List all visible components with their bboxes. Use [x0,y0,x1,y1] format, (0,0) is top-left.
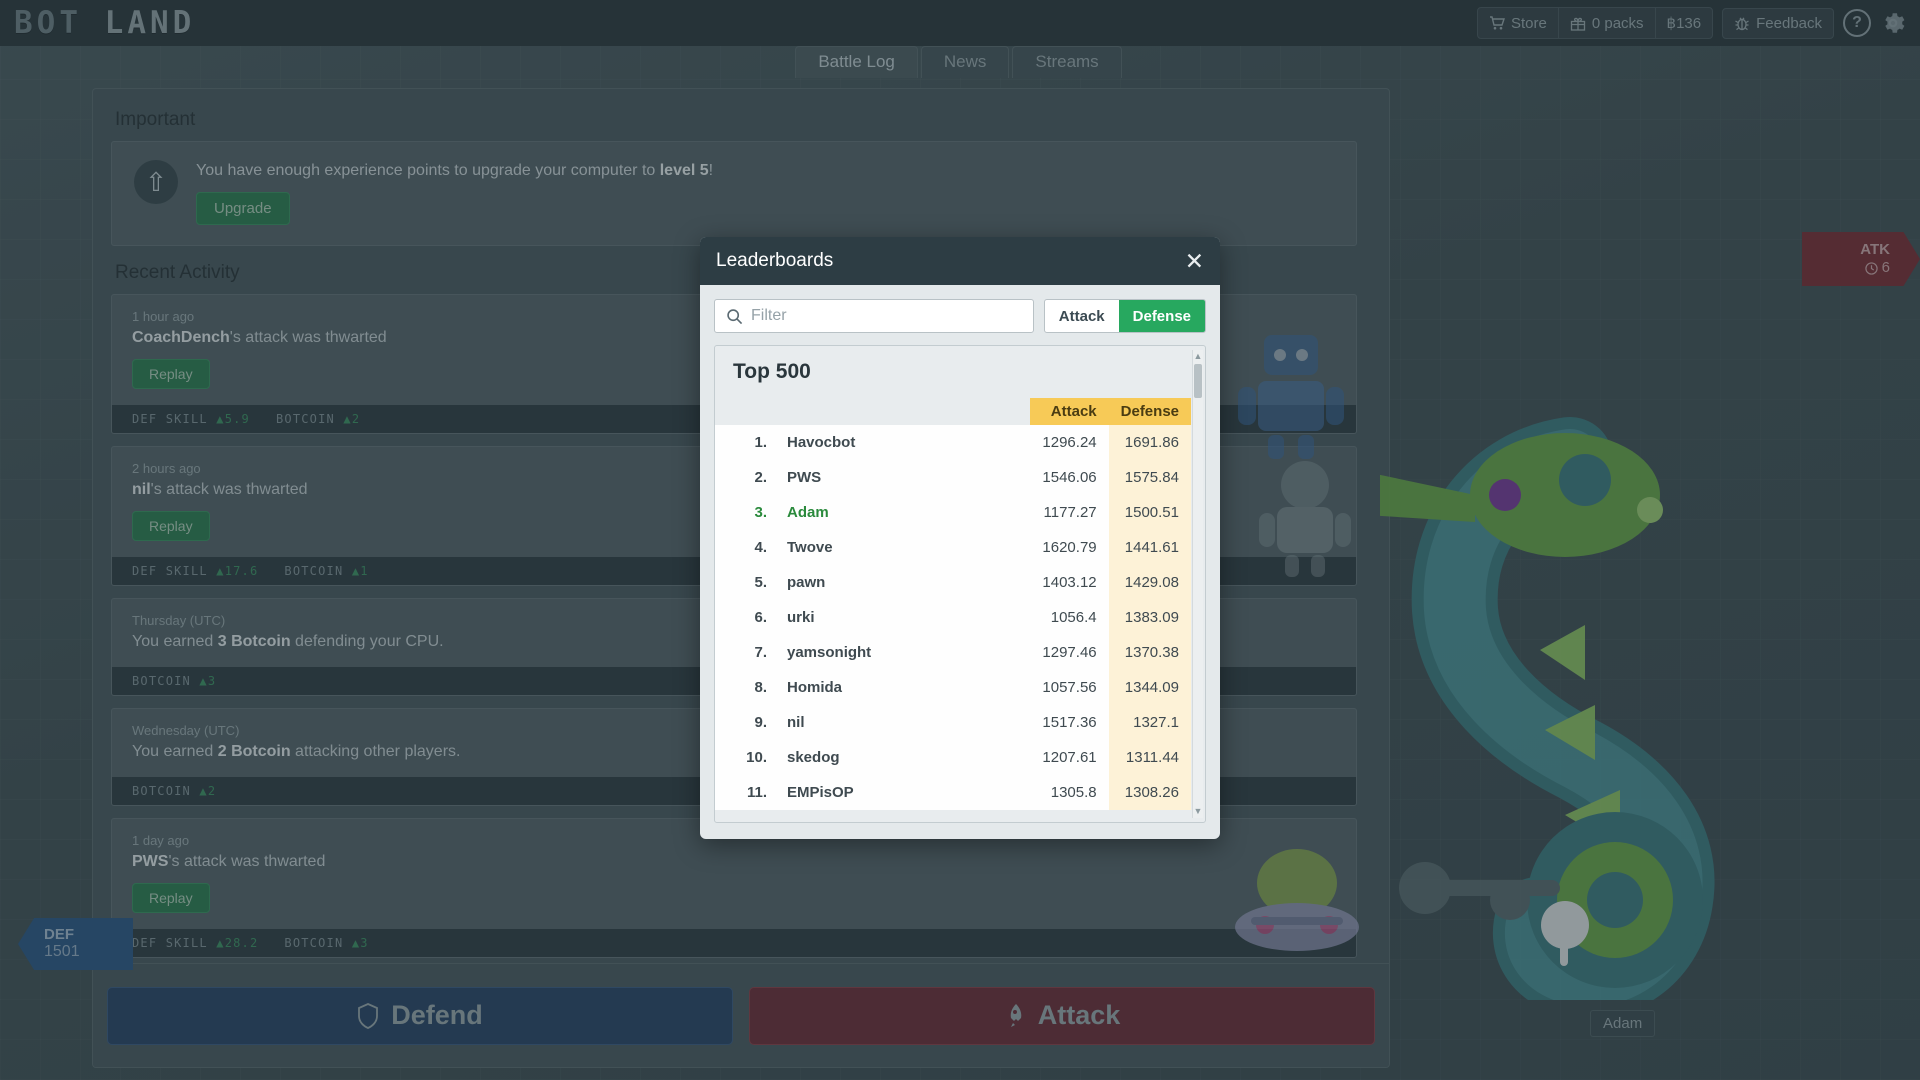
row-attack: 1620.79 [1030,530,1109,565]
row-rank: 11. [715,775,773,810]
table-row[interactable]: 8. Homida 1057.56 1344.09 [715,670,1191,705]
col-name [773,398,1030,425]
row-defense: 1383.09 [1108,600,1191,635]
col-defense[interactable]: Defense [1108,398,1191,425]
row-name[interactable]: yamsonight [773,635,1031,670]
row-name[interactable]: Twove [773,530,1031,565]
filter-row: Attack Defense [714,299,1206,333]
table-row-current-player[interactable]: 3. Adam 1177.27 1500.51 [715,495,1191,530]
row-name[interactable]: skedog [773,740,1031,775]
row-defense: 1575.84 [1108,460,1191,495]
row-defense: 1691.86 [1108,425,1191,460]
search-icon [727,308,743,324]
row-rank: 5. [715,565,773,600]
scroll-up-icon[interactable]: ▲ [1194,350,1203,363]
row-name[interactable]: EMPisOP [773,775,1031,810]
row-attack: 1057.56 [1030,670,1109,705]
table-row[interactable]: 1. Havocbot 1296.24 1691.86 [715,425,1191,460]
scroll-thumb[interactable] [1194,364,1202,398]
leaderboard-list-title: Top 500 [733,360,811,383]
leaderboards-modal: Leaderboards ✕ Attack Defense Top 500 [700,237,1220,839]
row-name[interactable]: Havocbot [773,425,1031,460]
table-row[interactable]: 9. nil 1517.36 1327.1 [715,705,1191,740]
row-attack: 1207.61 [1030,740,1109,775]
row-rank: 6. [715,600,773,635]
leaderboard-table-body: 1. Havocbot 1296.24 1691.86 2. PWS 1546.… [715,425,1191,810]
table-row[interactable]: 5. pawn 1403.12 1429.08 [715,565,1191,600]
row-rank: 9. [715,705,773,740]
row-defense: 1429.08 [1108,565,1191,600]
leaderboard-table: Attack Defense 1. Havocbot 1296.24 1691.… [715,398,1191,810]
leaderboard-table-head: Attack Defense [715,398,1191,425]
segment-defense[interactable]: Defense [1118,300,1205,332]
filter-search-wrap[interactable] [714,299,1034,333]
row-name[interactable]: Homida [773,670,1031,705]
row-name[interactable]: urki [773,600,1031,635]
row-rank: 3. [715,495,773,530]
table-row[interactable]: 6. urki 1056.4 1383.09 [715,600,1191,635]
leaderboard-scrollbar[interactable]: ▲ ▼ [1192,350,1203,818]
close-icon[interactable]: ✕ [1185,249,1204,273]
modal-header: Leaderboards ✕ [700,237,1220,285]
leaderboard-list-inner: Top 500 Attack Defense 1. Havocbot 1296.… [715,346,1191,822]
table-row[interactable]: 10. skedog 1207.61 1311.44 [715,740,1191,775]
row-attack: 1305.8 [1030,775,1109,810]
row-rank: 7. [715,635,773,670]
row-defense: 1311.44 [1108,740,1191,775]
filter-input[interactable] [751,307,1022,325]
modal-body: Attack Defense Top 500 Attack Defense [700,285,1220,839]
row-attack: 1517.36 [1030,705,1109,740]
row-rank: 10. [715,740,773,775]
table-row[interactable]: 7. yamsonight 1297.46 1370.38 [715,635,1191,670]
row-attack: 1297.46 [1030,635,1109,670]
row-name[interactable]: pawn [773,565,1031,600]
row-attack: 1056.4 [1030,600,1109,635]
modal-title: Leaderboards [716,250,834,271]
row-rank: 8. [715,670,773,705]
scroll-down-icon[interactable]: ▼ [1194,805,1203,818]
row-defense: 1500.51 [1108,495,1191,530]
row-name[interactable]: Adam [773,495,1031,530]
row-attack: 1177.27 [1030,495,1109,530]
row-attack: 1296.24 [1030,425,1109,460]
row-defense: 1327.1 [1108,705,1191,740]
row-attack: 1546.06 [1030,460,1109,495]
row-name[interactable]: nil [773,705,1031,740]
table-row[interactable]: 11. EMPisOP 1305.8 1308.26 [715,775,1191,810]
row-rank: 1. [715,425,773,460]
game-app: BOT LAND Store 0 packs ฿136 Feedback ? B… [0,0,1920,1080]
row-name[interactable]: PWS [773,460,1031,495]
table-row[interactable]: 4. Twove 1620.79 1441.61 [715,530,1191,565]
segment-attack[interactable]: Attack [1045,300,1119,332]
row-rank: 4. [715,530,773,565]
row-defense: 1344.09 [1108,670,1191,705]
row-attack: 1403.12 [1030,565,1109,600]
col-attack[interactable]: Attack [1030,398,1109,425]
row-defense: 1370.38 [1108,635,1191,670]
row-defense: 1308.26 [1108,775,1191,810]
leaderboard-list-box: Top 500 Attack Defense 1. Havocbot 1296.… [714,345,1206,823]
row-rank: 2. [715,460,773,495]
table-row[interactable]: 2. PWS 1546.06 1575.84 [715,460,1191,495]
row-defense: 1441.61 [1108,530,1191,565]
mode-segmented-control: Attack Defense [1043,299,1206,333]
col-rank [715,398,773,425]
